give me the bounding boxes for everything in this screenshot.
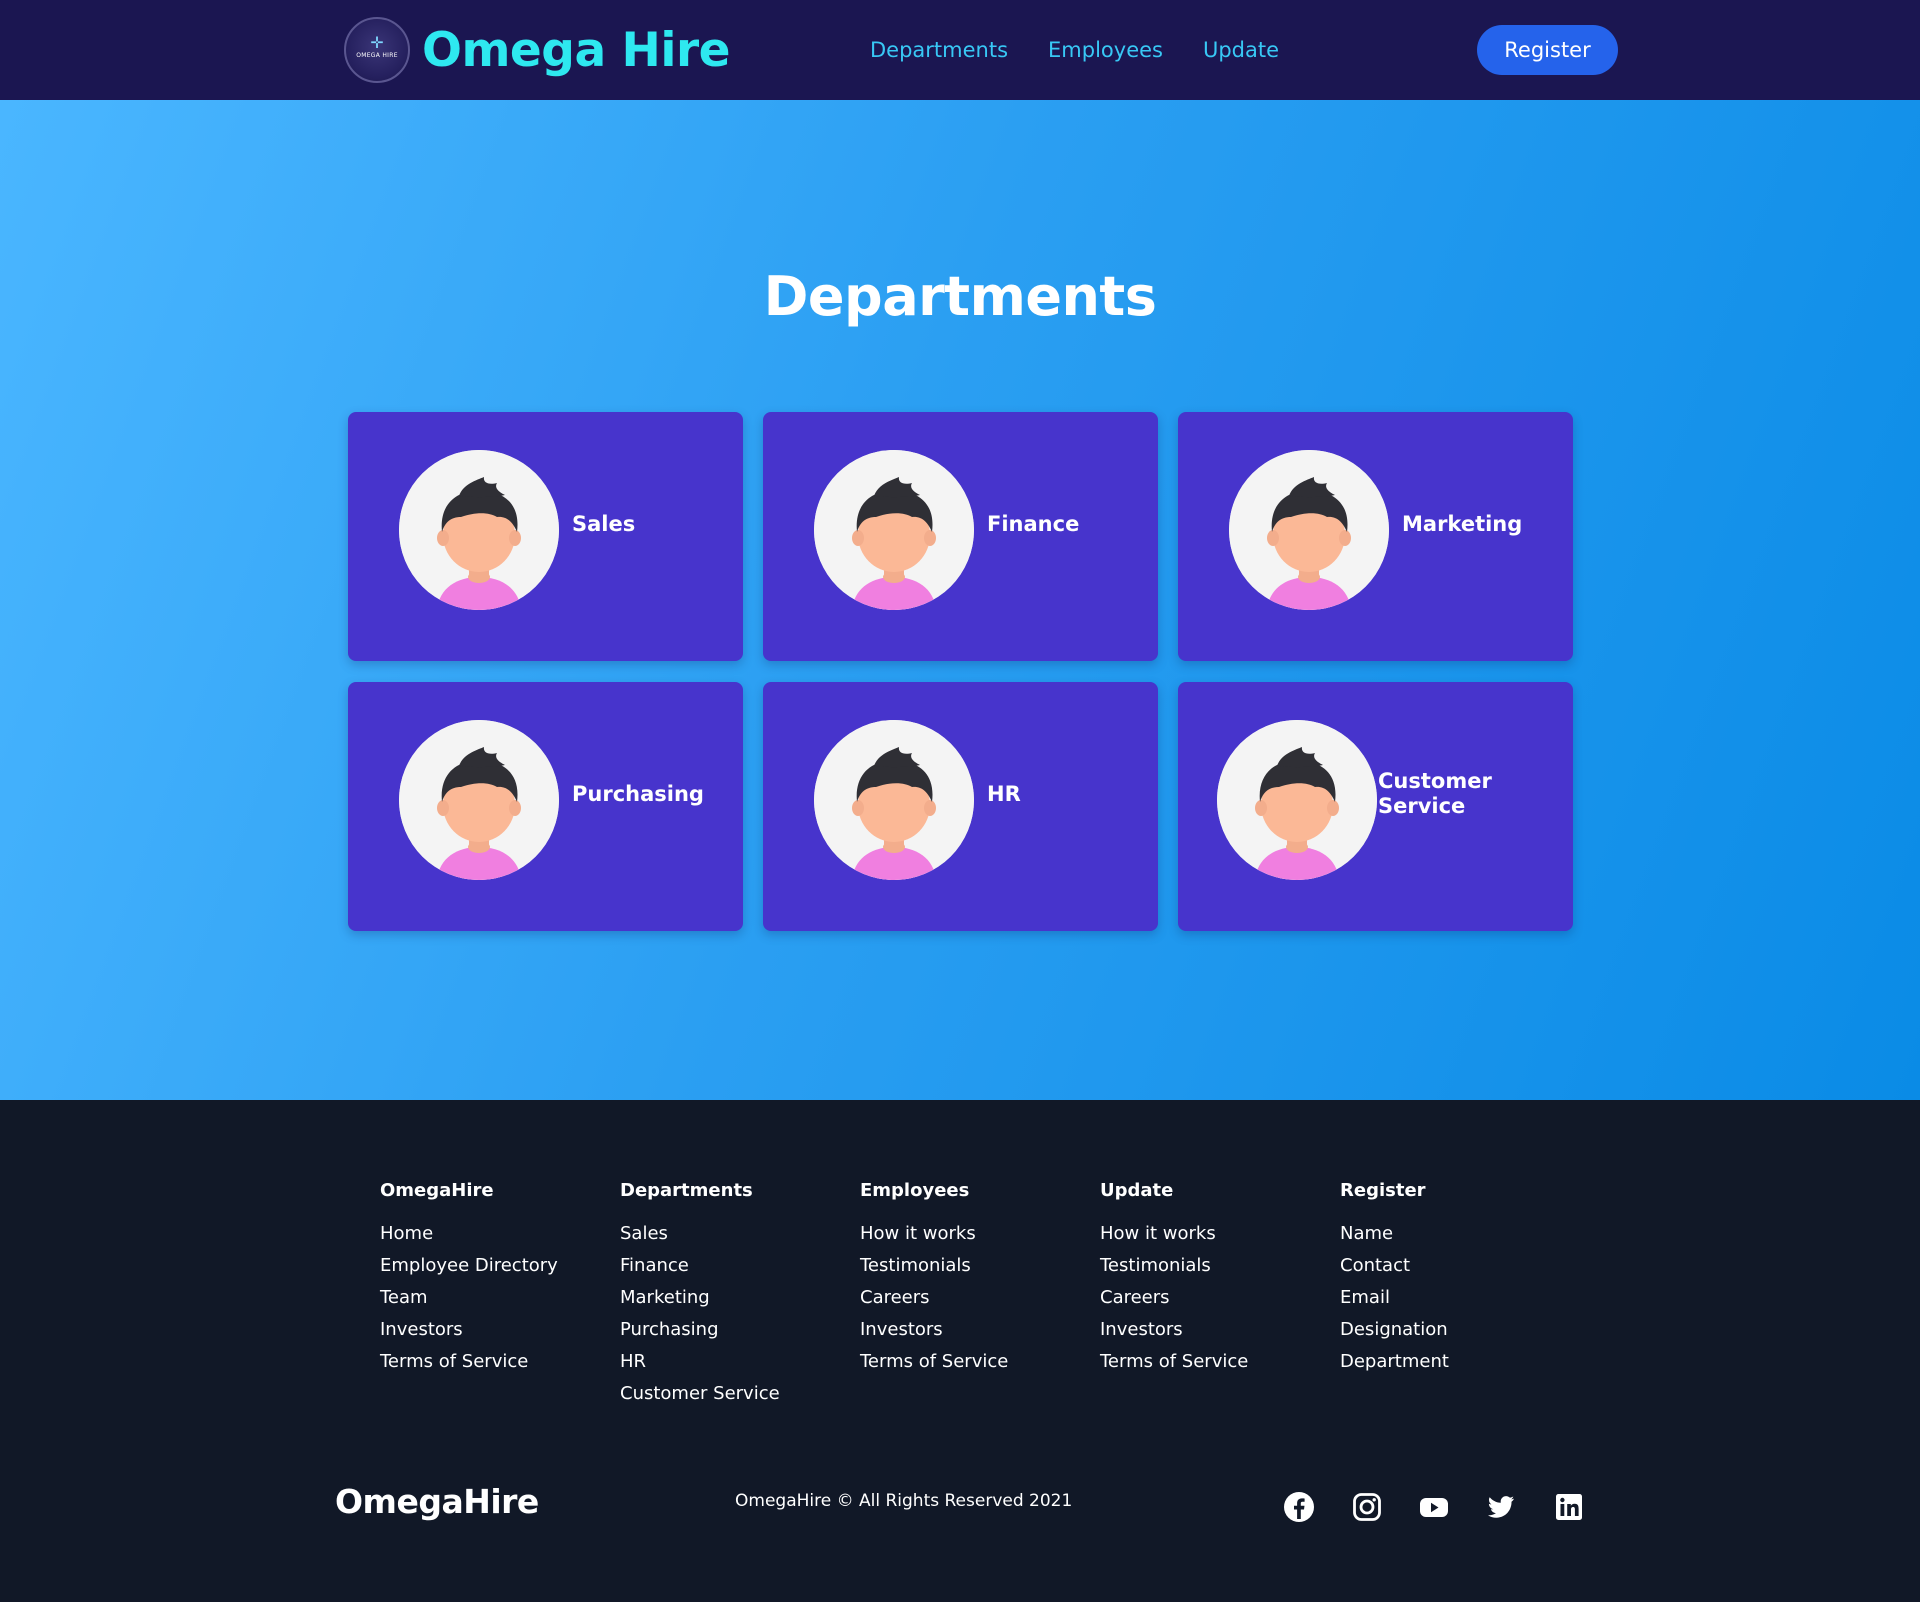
department-card-label: Customer Service bbox=[1378, 769, 1492, 818]
youtube-icon[interactable] bbox=[1418, 1491, 1450, 1523]
person-avatar-icon bbox=[1217, 720, 1377, 880]
department-card-marketing[interactable]: Marketing bbox=[1178, 412, 1573, 661]
department-card-label: Sales bbox=[572, 512, 636, 536]
footer: OmegaHire Home Employee Directory Team I… bbox=[0, 1100, 1920, 1602]
department-card-label: Marketing bbox=[1402, 512, 1523, 536]
footer-column-departments: Departments Sales Finance Marketing Purc… bbox=[620, 1178, 780, 1410]
brand[interactable]: ✛ OMEGA HIRE Omega Hire bbox=[344, 16, 731, 84]
footer-column-heading: Departments bbox=[620, 1180, 753, 1201]
logo-cross-icon: ✛ bbox=[370, 33, 384, 52]
department-card-purchasing[interactable]: Purchasing bbox=[348, 682, 743, 931]
person-avatar-icon bbox=[399, 720, 559, 880]
footer-column-omegahire: OmegaHire Home Employee Directory Team I… bbox=[380, 1178, 558, 1378]
footer-column-heading: Register bbox=[1340, 1180, 1426, 1201]
footer-link-terms[interactable]: Terms of Service bbox=[860, 1346, 1008, 1378]
nav-link-update[interactable]: Update bbox=[1203, 32, 1279, 68]
footer-link-careers[interactable]: Careers bbox=[860, 1282, 1008, 1314]
footer-link-marketing[interactable]: Marketing bbox=[620, 1282, 780, 1314]
logo[interactable]: ✛ OMEGA HIRE bbox=[344, 17, 410, 83]
linkedin-icon[interactable] bbox=[1553, 1491, 1585, 1523]
footer-link-how-it-works[interactable]: How it works bbox=[860, 1218, 1008, 1250]
footer-link-how-it-works[interactable]: How it works bbox=[1100, 1218, 1248, 1250]
person-avatar-icon bbox=[1229, 450, 1389, 610]
copyright-text: OmegaHire © All Rights Reserved 2021 bbox=[735, 1491, 1073, 1511]
footer-brand[interactable]: OmegaHire bbox=[335, 1482, 539, 1521]
footer-column-register: Register Name Contact Email Designation … bbox=[1340, 1178, 1449, 1378]
person-avatar-icon bbox=[814, 720, 974, 880]
departments-section: Departments Sales Finance Marketing Purc… bbox=[0, 100, 1920, 1100]
footer-link-purchasing[interactable]: Purchasing bbox=[620, 1314, 780, 1346]
footer-link-testimonials[interactable]: Testimonials bbox=[860, 1250, 1008, 1282]
footer-link-testimonials[interactable]: Testimonials bbox=[1100, 1250, 1248, 1282]
footer-column-heading: OmegaHire bbox=[380, 1180, 494, 1201]
navbar: ✛ OMEGA HIRE Omega Hire Departments Empl… bbox=[0, 0, 1920, 100]
footer-link-hr[interactable]: HR bbox=[620, 1346, 780, 1378]
twitter-icon[interactable] bbox=[1485, 1491, 1517, 1523]
footer-link-customer-service[interactable]: Customer Service bbox=[620, 1378, 780, 1410]
page-title: Departments bbox=[763, 265, 1157, 328]
brand-name[interactable]: Omega Hire bbox=[422, 23, 731, 78]
nav-links: Departments Employees Update bbox=[870, 32, 1279, 68]
department-card-label: HR bbox=[987, 782, 1021, 806]
footer-link-email[interactable]: Email bbox=[1340, 1282, 1449, 1314]
nav-link-employees[interactable]: Employees bbox=[1048, 32, 1163, 68]
footer-link-home[interactable]: Home bbox=[380, 1218, 558, 1250]
footer-column-update: Update How it works Testimonials Careers… bbox=[1100, 1178, 1248, 1378]
footer-link-terms[interactable]: Terms of Service bbox=[1100, 1346, 1248, 1378]
department-card-customer-service[interactable]: Customer Service bbox=[1178, 682, 1573, 931]
footer-link-finance[interactable]: Finance bbox=[620, 1250, 780, 1282]
department-card-finance[interactable]: Finance bbox=[763, 412, 1158, 661]
footer-link-designation[interactable]: Designation bbox=[1340, 1314, 1449, 1346]
footer-link-name[interactable]: Name bbox=[1340, 1218, 1449, 1250]
logo-text: OMEGA HIRE bbox=[356, 52, 398, 59]
footer-link-investors[interactable]: Investors bbox=[380, 1314, 558, 1346]
footer-link-sales[interactable]: Sales bbox=[620, 1218, 780, 1250]
footer-link-terms[interactable]: Terms of Service bbox=[380, 1346, 558, 1378]
footer-link-employee-directory[interactable]: Employee Directory bbox=[380, 1250, 558, 1282]
department-card-label: Purchasing bbox=[572, 782, 704, 806]
department-card-hr[interactable]: HR bbox=[763, 682, 1158, 931]
footer-column-heading: Update bbox=[1100, 1180, 1174, 1201]
nav-link-departments[interactable]: Departments bbox=[870, 32, 1008, 68]
department-card-label: Finance bbox=[987, 512, 1080, 536]
footer-link-investors[interactable]: Investors bbox=[860, 1314, 1008, 1346]
facebook-icon[interactable] bbox=[1283, 1491, 1315, 1523]
footer-link-department[interactable]: Department bbox=[1340, 1346, 1449, 1378]
instagram-icon[interactable] bbox=[1351, 1491, 1383, 1523]
person-avatar-icon bbox=[399, 450, 559, 610]
footer-column-employees: Employees How it works Testimonials Care… bbox=[860, 1178, 1008, 1378]
footer-link-team[interactable]: Team bbox=[380, 1282, 558, 1314]
footer-column-heading: Employees bbox=[860, 1180, 970, 1201]
register-button[interactable]: Register bbox=[1477, 25, 1618, 75]
footer-link-careers[interactable]: Careers bbox=[1100, 1282, 1248, 1314]
footer-link-investors[interactable]: Investors bbox=[1100, 1314, 1248, 1346]
person-avatar-icon bbox=[814, 450, 974, 610]
department-card-sales[interactable]: Sales bbox=[348, 412, 743, 661]
footer-link-contact[interactable]: Contact bbox=[1340, 1250, 1449, 1282]
